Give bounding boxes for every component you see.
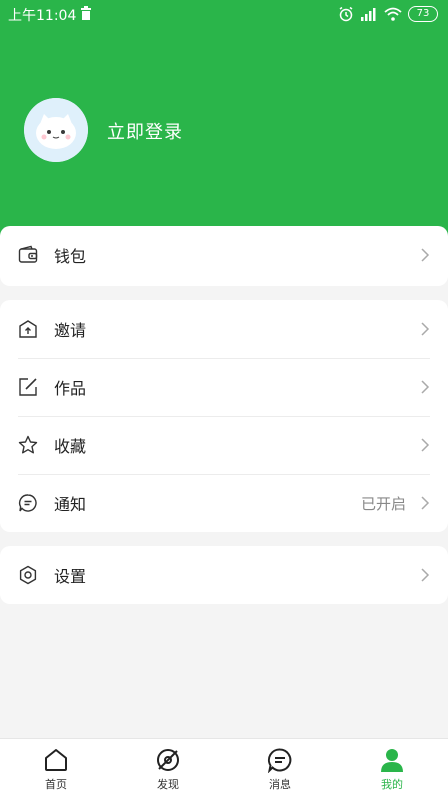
edit-icon xyxy=(19,378,37,396)
chevron-right-icon xyxy=(421,248,430,262)
chevron-right-icon xyxy=(421,568,430,582)
status-bar: 上午11:04 73 xyxy=(0,0,448,28)
trash-icon xyxy=(81,6,91,20)
avatar[interactable] xyxy=(24,98,88,162)
bottom-tab-bar: 首页 发现 消息 我的 xyxy=(0,738,448,799)
tab-label-profile: 我的 xyxy=(381,778,403,791)
profile-icon xyxy=(381,749,403,772)
avatar-image xyxy=(24,98,88,162)
status-time: 上午11:04 xyxy=(8,8,77,24)
menu-label-works: 作品 xyxy=(54,379,87,398)
menu-item-favorites[interactable]: 收藏 xyxy=(0,416,448,474)
discover-icon xyxy=(157,749,179,771)
menu-label-favorites: 收藏 xyxy=(54,437,87,456)
signal-icon xyxy=(361,8,376,21)
wifi-icon xyxy=(384,7,402,21)
status-icons: 73 xyxy=(338,5,438,23)
tab-home[interactable]: 首页 xyxy=(0,739,112,799)
login-link[interactable]: 立即登录 xyxy=(107,118,183,144)
chevron-right-icon xyxy=(421,322,430,336)
chat-bubble-icon xyxy=(18,494,37,512)
notify-status: 已开启 xyxy=(360,494,406,513)
menu-label-invite: 邀请 xyxy=(54,321,87,340)
tab-label-home: 首页 xyxy=(45,778,67,791)
chevron-right-icon xyxy=(421,438,430,452)
menu-item-notify[interactable]: 通知 已开启 xyxy=(0,474,448,532)
message-icon xyxy=(267,748,292,773)
tab-profile[interactable]: 我的 xyxy=(336,739,448,799)
tab-messages[interactable]: 消息 xyxy=(224,739,336,799)
battery-indicator: 73 xyxy=(408,6,438,22)
chevron-right-icon xyxy=(421,496,430,510)
star-icon xyxy=(18,435,38,454)
menu-item-invite[interactable]: 邀请 xyxy=(0,300,448,358)
settings-card: 设置 xyxy=(0,546,448,604)
menu-item-wallet[interactable]: 钱包 xyxy=(0,226,448,284)
menu-label-wallet: 钱包 xyxy=(54,247,87,266)
menu-item-settings[interactable]: 设置 xyxy=(0,546,448,604)
wallet-icon xyxy=(18,245,38,263)
chevron-right-icon xyxy=(421,380,430,394)
menu-label-settings: 设置 xyxy=(54,567,87,586)
gear-icon xyxy=(19,565,37,585)
tab-discover[interactable]: 发现 xyxy=(112,739,224,799)
home-icon xyxy=(45,749,67,771)
wallet-card: 钱包 xyxy=(0,226,448,286)
alarm-icon xyxy=(339,6,353,22)
menu-item-works[interactable]: 作品 xyxy=(0,358,448,416)
menu-card: 邀请 作品 收藏 通知 已开启 xyxy=(0,300,448,532)
menu-label-notify: 通知 xyxy=(54,495,87,514)
profile-header: 上午11:04 73 立即登录 xyxy=(0,0,448,240)
invite-icon xyxy=(19,320,37,338)
tab-label-messages: 消息 xyxy=(269,778,291,791)
tab-label-discover: 发现 xyxy=(157,778,179,791)
